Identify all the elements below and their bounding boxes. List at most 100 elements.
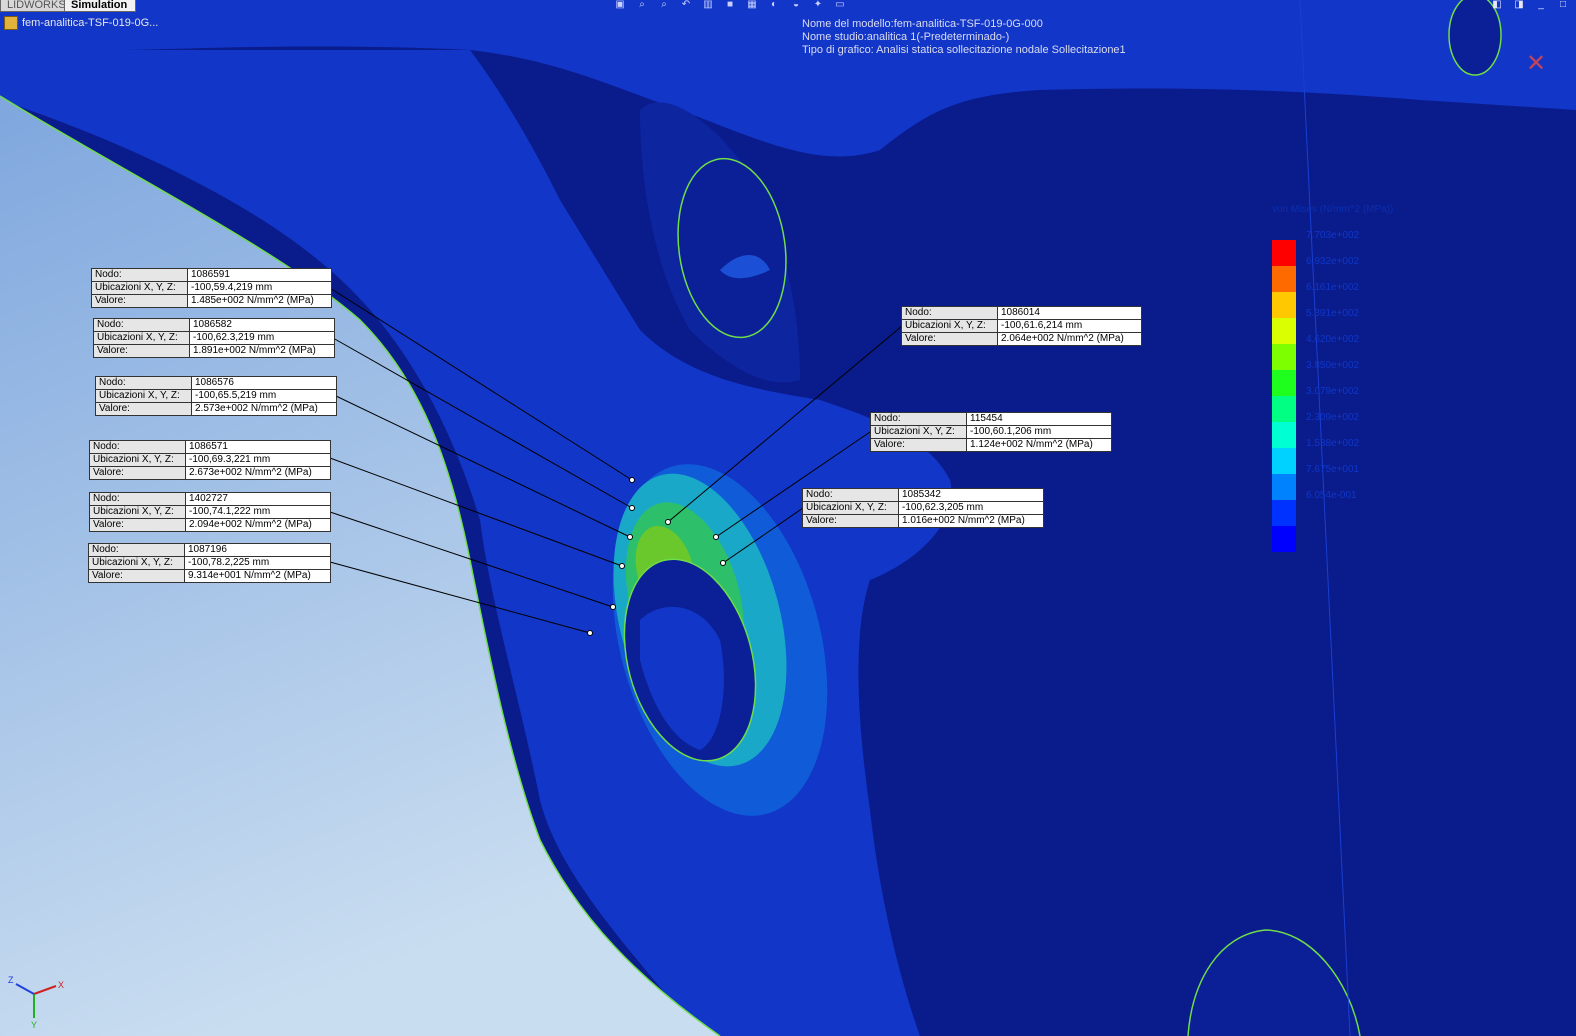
x-axis-label: X: [58, 980, 64, 990]
probe-location: -100,74.1,222 mm: [189, 506, 271, 517]
model-name: Nome del modello:fem-analitica-TSF-019-0…: [802, 18, 1043, 30]
probe-node: 115454: [970, 413, 1003, 424]
legend-label: 4.620e+002: [1306, 334, 1360, 345]
probe-box[interactable]: Nodo: 1087196 Ubicazioni X, Y, Z: -100,78.…: [88, 543, 331, 583]
legend-label: 3.079e+002: [1306, 386, 1360, 397]
probe-node: 1402727: [189, 493, 228, 504]
window-controls: ◧ ◨ _ □: [1490, 0, 1570, 10]
probe-value: 1.891e+002 N/mm^2 (MPa): [193, 345, 316, 356]
probe-box[interactable]: Nodo: 1086014 Ubicazioni X, Y, Z: -100,61.…: [901, 306, 1142, 346]
probe-node-label: Nodo:: [871, 413, 967, 425]
probe-node: 1086576: [195, 377, 234, 388]
display-icon[interactable]: ▭: [832, 0, 848, 10]
probe-loc-label: Ubicazioni X, Y, Z:: [902, 320, 998, 332]
view-orient-icon[interactable]: ▣: [612, 0, 628, 10]
heads-up-toolbar: ▣ ⌕ ⌕ ↶ ▥ ■ ▦ ◐ ◒ ✦ ▭: [612, 0, 848, 12]
study-name: Nome studio:analitica 1(-Predeterminado-…: [802, 31, 1010, 43]
probe-box[interactable]: Nodo: 1402727 Ubicazioni X, Y, Z: -100,74.…: [89, 492, 331, 532]
restore-icon[interactable]: ◧: [1490, 0, 1504, 10]
maximize-icon[interactable]: □: [1556, 0, 1570, 10]
axis-triad: X Y Z: [8, 975, 64, 1030]
legend-swatch: [1272, 396, 1296, 422]
legend-swatch: [1272, 474, 1296, 500]
minimize-icon[interactable]: _: [1534, 0, 1548, 10]
display-style-icon[interactable]: ■: [722, 0, 738, 10]
probe-node-label: Nodo:: [94, 319, 190, 331]
probe-value: 2.573e+002 N/mm^2 (MPa): [195, 403, 318, 414]
probe-node-label: Nodo:: [90, 441, 186, 453]
scene-icon[interactable]: ◒: [788, 0, 804, 10]
probe-value-label: Valore:: [902, 333, 998, 345]
feature-tree-label: fem-analitica-TSF-019-0G...: [22, 17, 159, 29]
probe-node-label: Nodo:: [803, 489, 899, 501]
probe-node: 1086571: [189, 441, 228, 452]
probe-loc-label: Ubicazioni X, Y, Z:: [96, 390, 192, 402]
probe-location: -100,59.4,219 mm: [191, 282, 273, 293]
legend-swatch: [1272, 526, 1296, 552]
probe-value-label: Valore:: [90, 519, 186, 531]
probe-value: 1.485e+002 N/mm^2 (MPa): [191, 295, 314, 306]
probe-box[interactable]: Nodo: 1085342 Ubicazioni X, Y, Z: -100,62.…: [802, 488, 1044, 528]
probe-location: -100,62.3,219 mm: [193, 332, 275, 343]
legend-swatch: [1272, 500, 1296, 526]
probe-value-label: Valore:: [89, 570, 185, 582]
zoom-area-icon[interactable]: ⌕: [656, 0, 672, 10]
section-view-icon[interactable]: ▥: [700, 0, 716, 10]
tab-simulation[interactable]: Simulation: [64, 0, 136, 12]
view-settings-icon[interactable]: ✦: [810, 0, 826, 10]
feature-tree-node[interactable]: fem-analitica-TSF-019-0G...: [4, 16, 158, 30]
z-axis-arrow: [15, 983, 35, 995]
x-axis-arrow: [33, 985, 57, 995]
probe-location: -100,61.6,214 mm: [1001, 320, 1083, 331]
probe-box[interactable]: Nodo: 1086576 Ubicazioni X, Y, Z: -100,65.…: [95, 376, 337, 416]
legend-label: 6.161e+002: [1306, 282, 1360, 293]
probe-loc-label: Ubicazioni X, Y, Z:: [90, 454, 186, 466]
probe-location: -100,62.3,205 mm: [902, 502, 984, 513]
legend-title: von Mises (N/mm^2 (MPa)): [1272, 204, 1394, 215]
tile-icon[interactable]: ◨: [1512, 0, 1526, 10]
legend-label: 6.932e+002: [1306, 256, 1360, 267]
probe-location: -100,69.3,221 mm: [189, 454, 271, 465]
probe-loc-label: Ubicazioni X, Y, Z:: [89, 557, 185, 569]
probe-value: 1.124e+002 N/mm^2 (MPa): [970, 439, 1093, 450]
plot-type: Tipo di grafico: Analisi statica solleci…: [802, 44, 1126, 56]
legend-swatch: [1272, 292, 1296, 318]
probe-value-label: Valore:: [94, 345, 190, 357]
close-icon[interactable]: ✕: [1526, 52, 1550, 76]
probe-node: 1087196: [188, 544, 227, 555]
z-axis-label: Z: [8, 975, 14, 985]
legend-labels: 7.703e+002 6.932e+002 6.161e+002 5.391e+…: [1306, 230, 1359, 516]
probe-node: 1086591: [191, 269, 230, 280]
probe-value-label: Valore:: [871, 439, 967, 451]
legend-swatch: [1272, 266, 1296, 292]
probe-node-label: Nodo:: [902, 307, 998, 319]
previous-view-icon[interactable]: ↶: [678, 0, 694, 10]
part-icon: [4, 16, 18, 30]
probe-box[interactable]: Nodo: 1086582 Ubicazioni X, Y, Z: -100,62.…: [93, 318, 335, 358]
zoom-fit-icon[interactable]: ⌕: [634, 0, 650, 10]
plot-header-info: Nome del modello:fem-analitica-TSF-019-0…: [802, 18, 1126, 57]
probe-node-label: Nodo:: [96, 377, 192, 389]
probe-value: 2.094e+002 N/mm^2 (MPa): [189, 519, 312, 530]
legend-label: 7.675e+001: [1306, 464, 1360, 475]
legend-swatch: [1272, 448, 1296, 474]
probe-node-label: Nodo:: [92, 269, 188, 281]
legend-swatch: [1272, 318, 1296, 344]
probe-value: 2.064e+002 N/mm^2 (MPa): [1001, 333, 1124, 344]
probe-value-label: Valore:: [90, 467, 186, 479]
probe-value-label: Valore:: [96, 403, 192, 415]
probe-box[interactable]: Nodo: 1086571 Ubicazioni X, Y, Z: -100,69.…: [89, 440, 331, 480]
probe-box[interactable]: Nodo: 1086591 Ubicazioni X, Y, Z: -100,59.…: [91, 268, 332, 308]
y-axis-label: Y: [31, 1020, 37, 1030]
probe-node: 1085342: [902, 489, 941, 500]
probe-loc-label: Ubicazioni X, Y, Z:: [90, 506, 186, 518]
probe-value-label: Valore:: [803, 515, 899, 527]
probe-location: -100,60.1,206 mm: [970, 426, 1052, 437]
legend-swatch: [1272, 422, 1296, 448]
legend-label: 2.309e+002: [1306, 412, 1360, 423]
probe-node: 1086582: [193, 319, 232, 330]
edit-appearance-icon[interactable]: ◐: [766, 0, 782, 10]
probe-box[interactable]: Nodo: 115454 Ubicazioni X, Y, Z: -100,60.1…: [870, 412, 1112, 452]
probe-value: 9.314e+001 N/mm^2 (MPa): [188, 570, 311, 581]
hide-show-icon[interactable]: ▦: [744, 0, 760, 10]
